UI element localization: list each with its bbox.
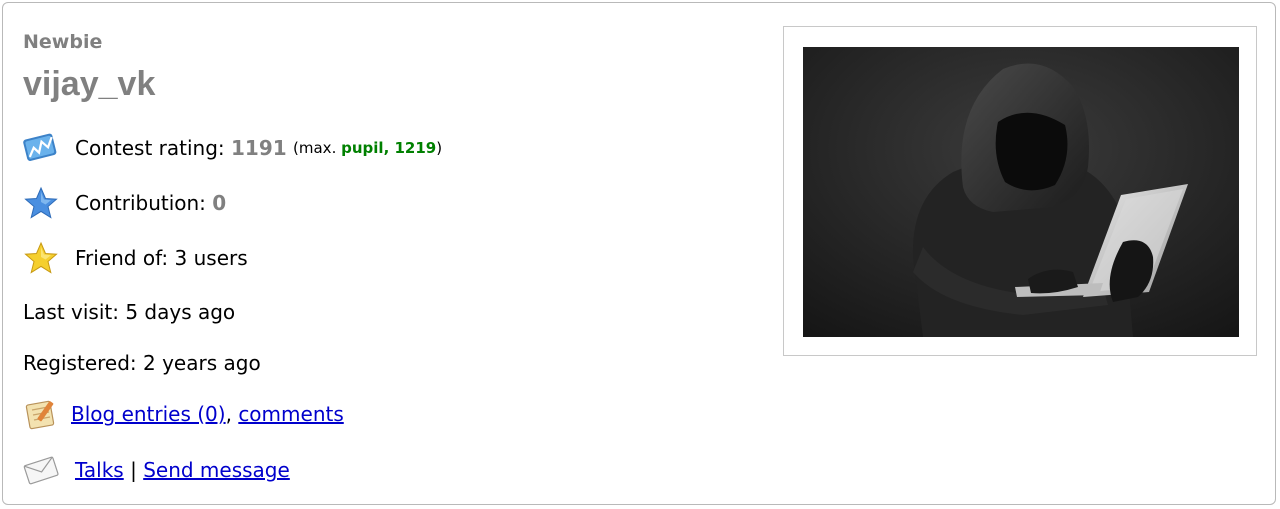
talks-row: Talks | Send message [23,452,290,488]
contribution-row: Contribution: 0 [23,185,226,221]
rating-chart-icon [23,130,59,166]
blog-row: Blog entries (0) , comments [23,396,344,432]
contribution-value: 0 [212,191,227,215]
friend-of-value: 3 users [174,246,248,270]
last-visit-row: Last visit: 5 days ago [23,300,235,324]
friend-of-label: Friend of: [75,246,169,270]
user-rank: Newbie [23,31,103,53]
avatar[interactable] [803,47,1239,337]
last-visit-label: Last visit: [23,300,119,324]
max-rating-suffix: ) [436,139,443,157]
registered-label: Registered: [23,351,137,375]
max-rating-prefix: (max. [293,139,337,157]
avatar-frame [783,26,1257,356]
blog-notepad-icon [23,396,59,432]
contest-rating-value: 1191 [231,136,287,160]
friend-of-row: Friend of: 3 users [23,240,248,276]
yellow-star-icon [23,240,59,276]
registered-row: Registered: 2 years ago [23,351,261,375]
profile-card: Newbie vijay_vk Contest rating: 1191 (ma… [2,2,1276,505]
comments-link[interactable]: comments [238,402,343,426]
blue-star-icon [23,185,59,221]
contest-rating-label: Contest rating: [75,136,225,160]
last-visit-value: 5 days ago [125,300,236,324]
max-rating-value: 1219 [394,139,437,157]
user-handle: vijay_vk [23,65,156,103]
send-message-link[interactable]: Send message [143,458,290,482]
talks-link[interactable]: Talks [75,458,124,482]
envelope-icon [23,452,59,488]
contest-rating-row: Contest rating: 1191 (max. pupil , 1219 … [23,130,442,166]
max-rank: pupil [341,139,384,157]
contribution-label: Contribution: [75,191,206,215]
blog-entries-link[interactable]: Blog entries (0) [71,402,226,426]
registered-value: 2 years ago [143,351,261,375]
